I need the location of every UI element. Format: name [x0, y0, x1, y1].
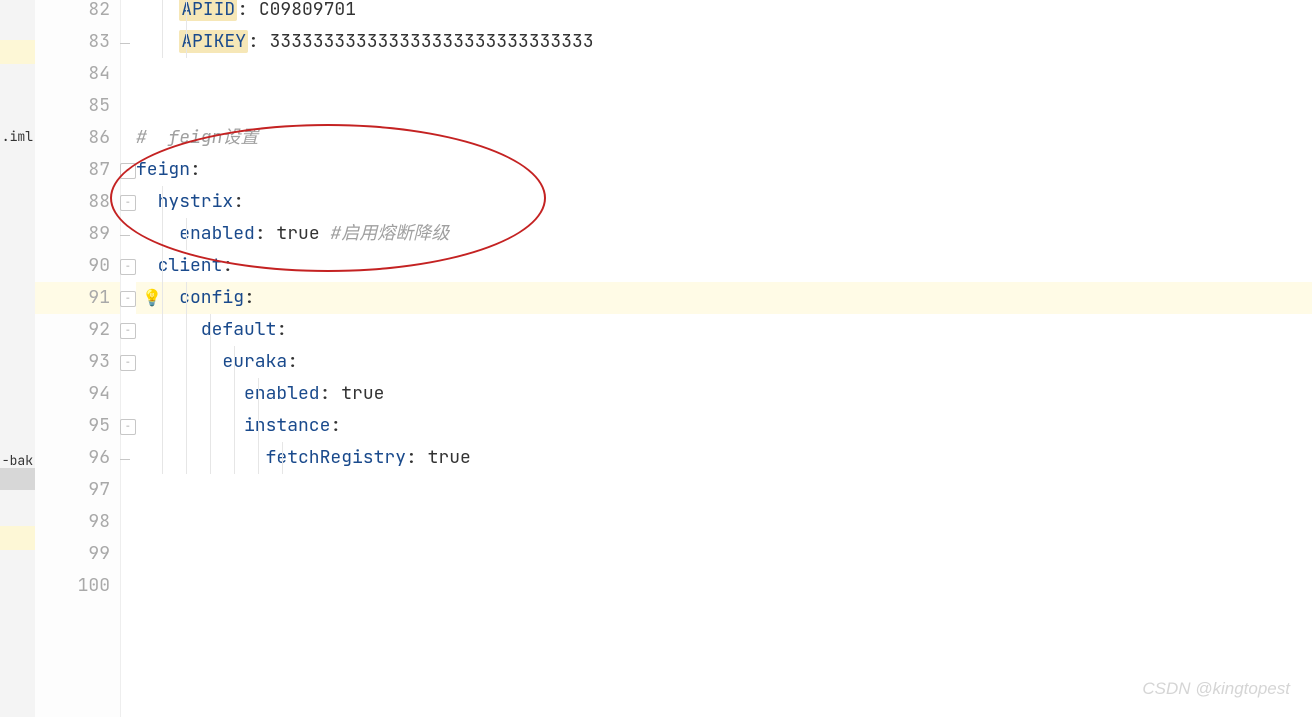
line-number: 93	[88, 346, 110, 378]
line-number: 95	[88, 410, 110, 442]
line-number: 87	[88, 154, 110, 186]
fold-toggle-icon[interactable]: −	[120, 259, 136, 275]
line-number: 92	[88, 314, 110, 346]
code-editor[interactable]: APIID: C09809701 APIKEY: 333333333333333…	[136, 0, 1312, 717]
code-line[interactable]: euraka:	[136, 346, 1312, 378]
code-text: # feign设置	[136, 126, 258, 149]
code-line[interactable]	[136, 58, 1312, 90]
fold-column[interactable]: − − − − − − −	[120, 0, 136, 717]
line-number-gutter: 828384858687888990919293949596979899100	[35, 0, 121, 717]
code-line[interactable]: APIID: C09809701	[136, 0, 1312, 26]
project-sidebar[interactable]: .iml -bak	[0, 0, 36, 717]
code-line[interactable]	[136, 570, 1312, 602]
line-number: 97	[88, 474, 110, 506]
line-number: 83	[88, 26, 110, 58]
code-line[interactable]: feign:	[136, 154, 1312, 186]
line-number: 96	[88, 442, 110, 474]
code-line[interactable]: APIKEY: 333333333333333333333333333333	[136, 26, 1312, 58]
code-text: enabled: true	[136, 382, 384, 405]
code-text: hystrix:	[136, 190, 244, 213]
code-line[interactable]: fetchRegistry: true	[136, 442, 1312, 474]
code-line[interactable]: # feign设置	[136, 122, 1312, 154]
code-text: instance:	[136, 414, 341, 437]
fold-toggle-icon[interactable]: −	[120, 195, 136, 211]
code-line[interactable]	[136, 506, 1312, 538]
line-number: 94	[88, 378, 110, 410]
line-number: 88	[88, 186, 110, 218]
line-number: 98	[88, 506, 110, 538]
code-line[interactable]: enabled: true #启用熔断降级	[136, 218, 1312, 250]
fold-end-icon[interactable]	[120, 35, 130, 44]
code-text: feign:	[136, 158, 201, 181]
line-number: 90	[88, 250, 110, 282]
code-line[interactable]: enabled: true	[136, 378, 1312, 410]
code-line[interactable]	[136, 538, 1312, 570]
code-line[interactable]	[136, 90, 1312, 122]
intention-bulb-icon[interactable]: 💡	[142, 288, 162, 308]
line-number: 91	[88, 282, 110, 314]
line-number: 82	[88, 0, 110, 26]
code-text: APIID: C09809701	[136, 0, 356, 21]
code-line[interactable]: instance:	[136, 410, 1312, 442]
code-line[interactable]: client:	[136, 250, 1312, 282]
line-number: 85	[88, 90, 110, 122]
fold-end-icon[interactable]	[120, 451, 130, 460]
code-text: enabled: true #启用熔断降级	[136, 222, 449, 245]
line-number: 89	[88, 218, 110, 250]
fold-toggle-icon[interactable]: −	[120, 323, 136, 339]
sidebar-highlight	[0, 40, 35, 64]
code-line[interactable]: default:	[136, 314, 1312, 346]
fold-end-icon[interactable]	[120, 227, 130, 236]
fold-toggle-icon[interactable]: −	[120, 419, 136, 435]
line-number: 84	[88, 58, 110, 90]
line-number: 86	[88, 122, 110, 154]
fold-toggle-icon[interactable]: −	[120, 355, 136, 371]
code-line[interactable]: config:	[136, 282, 1312, 314]
code-line[interactable]	[136, 474, 1312, 506]
code-line[interactable]: hystrix:	[136, 186, 1312, 218]
code-text: euraka:	[136, 350, 298, 373]
code-text: client:	[136, 254, 233, 277]
file-tab[interactable]: .iml	[0, 126, 35, 147]
code-text: APIKEY: 333333333333333333333333333333	[136, 30, 594, 53]
code-text: default:	[136, 318, 287, 341]
sidebar-highlight	[0, 526, 35, 550]
line-number: 100	[78, 570, 110, 602]
fold-toggle-icon[interactable]: −	[120, 291, 136, 307]
sidebar-selection	[0, 468, 35, 490]
fold-toggle-icon[interactable]: −	[120, 163, 136, 179]
line-number: 99	[88, 538, 110, 570]
